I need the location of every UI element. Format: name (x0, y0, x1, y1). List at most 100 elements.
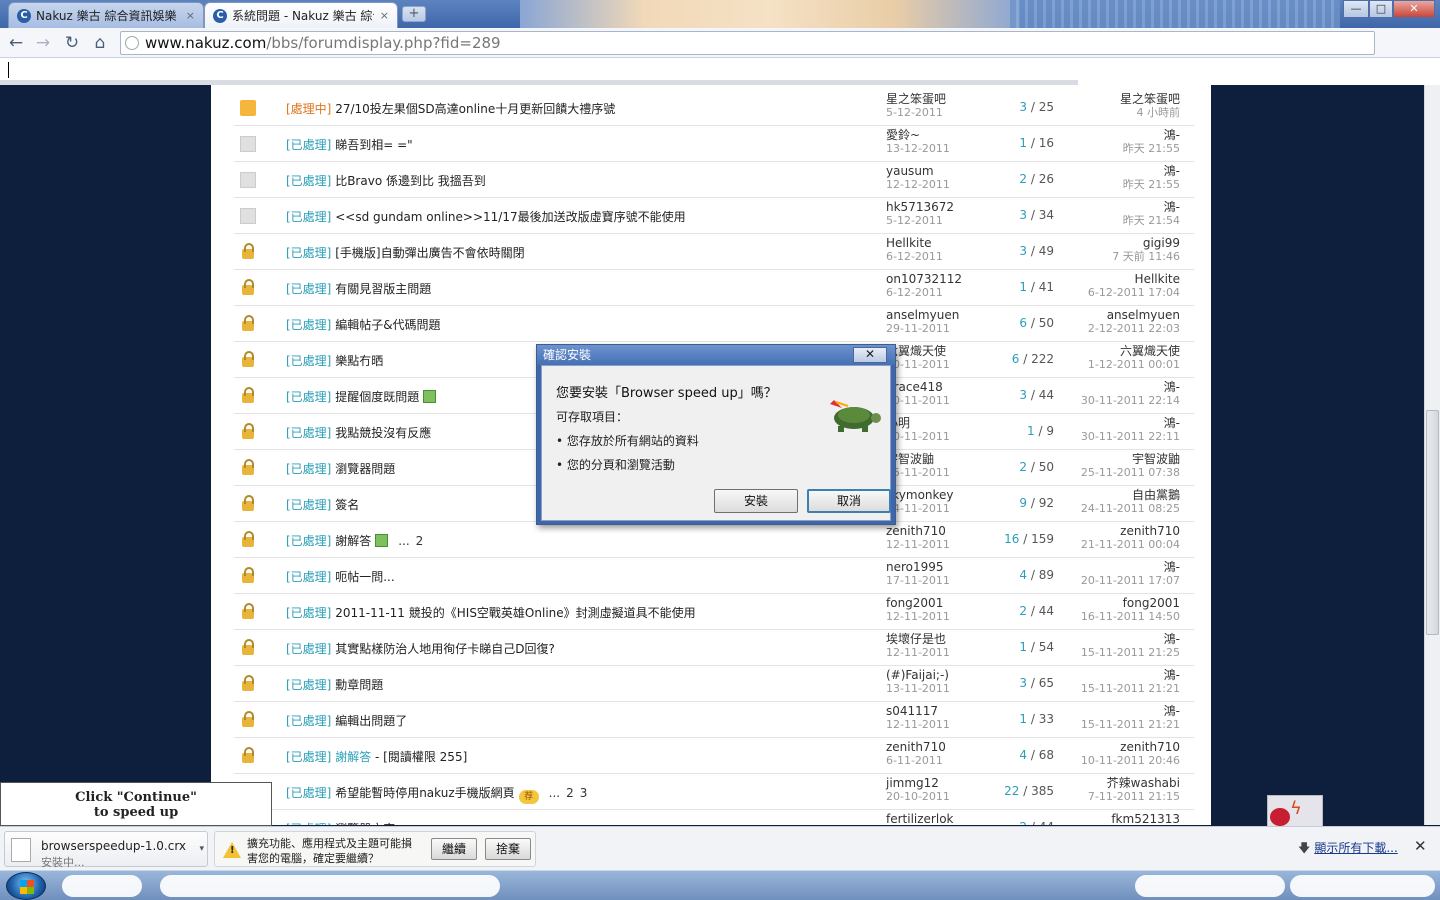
last-post-user[interactable]: fkm521313 (1111, 812, 1180, 825)
tab-system-issues[interactable]: C 系統問題 - Nakuz 樂古 綜合 × (204, 2, 398, 28)
thread-status-prefix[interactable]: [已處理] (286, 570, 331, 584)
last-post-time[interactable]: 昨天 21:55 (1123, 178, 1180, 192)
thread-status-prefix[interactable]: [已處理] (286, 210, 331, 224)
author-name[interactable]: skymonkey (886, 488, 954, 502)
last-post-time[interactable]: 30-11-2011 22:14 (1081, 394, 1180, 408)
thread-status-prefix[interactable]: [已處理] (286, 822, 331, 825)
thread-status-prefix[interactable]: [已處理] (286, 426, 331, 440)
last-post-user[interactable]: anselmyuen (1107, 308, 1180, 322)
table-row[interactable]: [已處理] 謝解答... 2 zenith710 12-11-2011 16 / 159… (234, 522, 1194, 558)
scrollbar-thumb[interactable] (1426, 410, 1439, 635)
last-post-user[interactable]: 鴻- (1164, 200, 1180, 214)
last-post-user[interactable]: 芥辣washabi (1107, 776, 1180, 790)
thread-link[interactable]: 編輯帖子&代碼問題 (335, 318, 440, 332)
thread-status-prefix[interactable]: [處理中] (286, 102, 331, 116)
thread-status-prefix[interactable]: [已處理] (286, 354, 331, 368)
taskbar-item[interactable] (62, 875, 142, 897)
thread-link[interactable]: 我點競投沒有反應 (335, 426, 431, 440)
thread-status-prefix[interactable]: [已處理] (286, 318, 331, 332)
thread-link[interactable]: 希望能暫時停用nakuz手機版網頁 (335, 786, 514, 800)
minimize-button[interactable]: — (1343, 0, 1369, 18)
author-name[interactable]: nero1995 (886, 560, 944, 574)
table-row[interactable]: [處理中] 27/10投左果個SD高達online十月更新回饋大禮序號 星之笨蛋吧… (234, 90, 1194, 126)
thread-status-prefix[interactable]: [已處理] (286, 606, 331, 620)
table-row[interactable]: [已處理] 希望能暫時停用nakuz手機版網頁荐... 2 3 jimmg12 20-1… (234, 774, 1194, 810)
thread-link[interactable]: 勳章問題 (335, 678, 383, 692)
thread-status-prefix[interactable]: [已處理] (286, 174, 331, 188)
last-post-time[interactable]: 16-11-2011 14:50 (1081, 610, 1180, 624)
author-name[interactable]: hk5713672 (886, 200, 954, 214)
thread-status-prefix[interactable]: [已處理] (286, 246, 331, 260)
cancel-button[interactable]: 取消 (807, 489, 891, 513)
last-post-time[interactable]: 2-12-2011 22:03 (1088, 322, 1180, 336)
last-post-user[interactable]: 宇智波鼬 (1132, 452, 1180, 466)
home-icon[interactable]: ⌂ (89, 32, 111, 54)
last-post-time[interactable]: 20-11-2011 17:07 (1081, 574, 1180, 588)
last-post-time[interactable]: 10-11-2011 20:46 (1081, 754, 1180, 768)
thread-page-link[interactable]: ... (549, 786, 560, 800)
last-post-time[interactable]: 1-12-2011 00:01 (1088, 358, 1180, 372)
new-tab-button[interactable]: + (402, 6, 426, 22)
table-row[interactable]: [已處理] 編輯出問題了 s041117 12-11-2011 1 / 33 鴻- 15-… (234, 702, 1194, 738)
shelf-close-icon[interactable]: ✕ (1414, 837, 1427, 855)
reload-icon[interactable]: ↻ (61, 32, 83, 54)
thread-status-prefix[interactable]: [已處理] (286, 642, 331, 656)
thread-link[interactable]: 編輯出問題了 (335, 714, 407, 728)
last-post-user[interactable]: 鴻- (1164, 560, 1180, 574)
last-post-user[interactable]: 鴻- (1164, 128, 1180, 142)
last-post-time[interactable]: 25-11-2011 07:38 (1081, 466, 1180, 480)
thread-link[interactable]: 簽名 (335, 498, 359, 512)
thread-page-link[interactable]: ... (398, 534, 409, 548)
table-row[interactable]: [已處理] 比Bravo 係邊到比 我搵吾到 yausum 12-12-2011 2 … (234, 162, 1194, 198)
author-name[interactable]: anselmyuen (886, 308, 959, 322)
thread-status-prefix[interactable]: [已處理] (286, 390, 331, 404)
thread-status-prefix[interactable]: [已處理] (286, 462, 331, 476)
discard-button[interactable]: 捨棄 (485, 838, 531, 860)
last-post-user[interactable]: gigi99 (1143, 236, 1180, 250)
thread-link[interactable]: 睇吾到相= =" (335, 138, 412, 152)
last-post-time[interactable]: 24-11-2011 08:25 (1081, 502, 1180, 516)
last-post-time[interactable]: 昨天 21:55 (1123, 142, 1180, 156)
tab-close-icon[interactable]: × (380, 9, 389, 22)
maximize-button[interactable]: □ (1369, 0, 1393, 18)
continue-button[interactable]: 繼續 (431, 838, 477, 860)
last-post-time[interactable]: 昨天 21:54 (1123, 214, 1180, 228)
table-row[interactable]: [已處理] 瀏覽器文字 fertilizerlok 2 / 44 fkm521313 (234, 810, 1194, 825)
thread-status-prefix[interactable]: [已處理] (286, 534, 331, 548)
forward-arrow-icon[interactable]: → (32, 32, 54, 54)
last-post-time[interactable]: 15-11-2011 21:25 (1081, 646, 1180, 660)
thread-link[interactable]: <<sd gundam online>>11/17最後加送改版虛寶序號不能使用 (335, 210, 685, 224)
thread-link[interactable]: 比Bravo 係邊到比 我搵吾到 (335, 174, 486, 188)
thread-page-link[interactable]: 3 (580, 786, 588, 800)
thread-status-prefix[interactable]: [已處理] (286, 282, 331, 296)
window-close-button[interactable]: ✕ (1393, 0, 1435, 18)
start-button[interactable] (6, 872, 46, 900)
thread-link[interactable]: 瀏覽器文字 (335, 822, 395, 825)
last-post-user[interactable]: 鴻- (1164, 704, 1180, 718)
install-button[interactable]: 安裝 (714, 489, 798, 513)
table-row[interactable]: [已處理] 睇吾到相= =" 愛鈴~ 13-12-2011 1 / 16 鴻- 昨天 21… (234, 126, 1194, 162)
table-row[interactable]: [已處理] [手機版]自動彈出廣告不會依時關閉 Hellkite 6-12-2011… (234, 234, 1194, 270)
last-post-time[interactable]: 7-11-2011 21:15 (1088, 790, 1180, 804)
thread-link[interactable]: 2011-11-11 競投的《HIS空戰英雄Online》封測虛擬道具不能使用 (335, 606, 695, 620)
author-name[interactable]: yausum (886, 164, 934, 178)
thread-link[interactable]: 謝解答 (335, 750, 371, 764)
taskbar-item[interactable] (160, 875, 500, 897)
table-row[interactable]: [已處理] 其實點樣防治人地用徇仔卡睇自己D回復? 埃壞仔是也 12-11-2011… (234, 630, 1194, 666)
tab-close-icon[interactable]: × (186, 9, 195, 22)
address-bar[interactable]: www.nakuz.com/bbs/forumdisplay.php?fid=2… (120, 31, 1375, 55)
tab-nakuz-home[interactable]: C Nakuz 樂古 綜合資訊娛樂 × (8, 2, 204, 28)
author-name[interactable]: zenith710 (886, 740, 946, 754)
table-row[interactable]: [已處理] 勳章問題 (#)Faijai;-) 13-11-2011 3 / 65 鴻-… (234, 666, 1194, 702)
thread-link[interactable]: 瀏覽器問題 (335, 462, 395, 476)
author-name[interactable]: fertilizerlok (886, 812, 954, 825)
thread-link[interactable]: 樂點冇晒 (335, 354, 383, 368)
author-name[interactable]: zenith710 (886, 524, 946, 538)
last-post-time[interactable]: 7 天前 11:46 (1112, 250, 1180, 264)
table-row[interactable]: [已處理] 呃帖一問... nero1995 17-11-2011 4 / 89 鴻- 2… (234, 558, 1194, 594)
author-name[interactable]: Hellkite (886, 236, 931, 250)
last-post-user[interactable]: 鴻- (1164, 668, 1180, 682)
table-row[interactable]: [已處理] 2011-11-11 競投的《HIS空戰英雄Online》封測虛擬道… (234, 594, 1194, 630)
author-name[interactable]: 愛鈴~ (886, 128, 920, 142)
last-post-user[interactable]: fong2001 (1123, 596, 1180, 610)
